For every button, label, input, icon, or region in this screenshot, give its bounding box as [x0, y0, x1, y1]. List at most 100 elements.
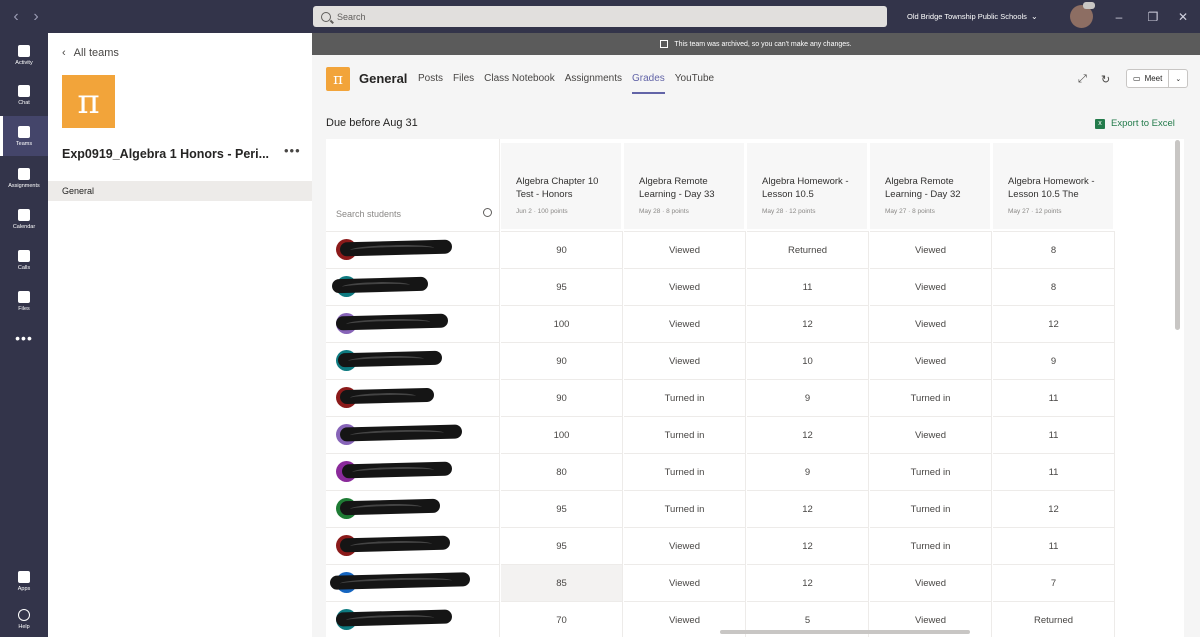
refresh-icon[interactable]: ↻ — [1101, 73, 1110, 86]
rail-item-teams[interactable]: Teams — [0, 116, 48, 156]
maximize-button[interactable]: ❐ — [1136, 0, 1170, 33]
grade-cell[interactable]: 85 — [501, 564, 623, 601]
grade-cell[interactable]: 11 — [993, 527, 1115, 564]
grade-cell[interactable]: 80 — [501, 453, 623, 490]
tab-grades[interactable]: Grades — [631, 73, 665, 94]
grade-cell[interactable]: 90 — [501, 379, 623, 416]
grade-cell[interactable]: Turned in — [624, 379, 746, 416]
grade-cell[interactable]: Viewed — [870, 268, 992, 305]
grade-cell[interactable]: Viewed — [624, 268, 746, 305]
grade-cell[interactable]: Viewed — [624, 305, 746, 342]
org-switcher[interactable]: Old Bridge Township Public Schools ⌄ — [907, 0, 1038, 33]
grade-cell[interactable]: 11 — [747, 268, 869, 305]
grade-cell[interactable]: 90 — [501, 342, 623, 379]
grade-cell[interactable]: Viewed — [624, 342, 746, 379]
grade-cell[interactable]: 12 — [993, 490, 1115, 527]
rail-item-help[interactable]: Help — [0, 599, 48, 637]
rail-item-files[interactable]: Files — [0, 281, 48, 321]
grade-cell[interactable]: Turned in — [870, 490, 992, 527]
grade-cell[interactable]: 8 — [993, 231, 1115, 268]
rail-item-apps[interactable]: Apps — [0, 561, 48, 601]
channel-item-general[interactable]: General — [48, 181, 312, 201]
student-row[interactable] — [326, 342, 500, 379]
more-apps-icon[interactable]: ••• — [0, 330, 48, 346]
tab-class-notebook[interactable]: Class Notebook — [484, 73, 555, 94]
grade-cell[interactable]: Viewed — [624, 527, 746, 564]
student-row[interactable] — [326, 268, 500, 305]
grade-cell[interactable]: Viewed — [624, 564, 746, 601]
meet-button[interactable]: ▭ Meet ⌄ — [1126, 69, 1188, 88]
grade-cell[interactable]: 100 — [501, 416, 623, 453]
grade-cell[interactable]: Viewed — [870, 305, 992, 342]
close-button[interactable]: ✕ — [1166, 0, 1200, 33]
rail-item-chat[interactable]: Chat — [0, 75, 48, 115]
grade-cell[interactable]: Viewed — [870, 342, 992, 379]
grade-cell[interactable]: 12 — [747, 490, 869, 527]
rail-item-activity[interactable]: Activity — [0, 35, 48, 75]
assignment-column-header[interactable]: Algebra Homework - Lesson 10.5 May 28 · 1… — [747, 143, 869, 229]
tab-assignments[interactable]: Assignments — [565, 73, 622, 94]
grade-cell[interactable]: 12 — [747, 527, 869, 564]
assignment-column-header[interactable]: Algebra Homework - Lesson 10.5 The May 27… — [993, 143, 1115, 229]
grade-cell[interactable]: 11 — [993, 416, 1115, 453]
grade-cell[interactable]: 12 — [747, 305, 869, 342]
grade-cell[interactable]: Viewed — [870, 416, 992, 453]
export-to-excel-button[interactable]: x Export to Excel — [1095, 118, 1175, 129]
horizontal-scrollbar[interactable] — [720, 630, 970, 634]
grade-cell[interactable]: 9 — [747, 453, 869, 490]
grade-cell[interactable]: 7 — [993, 564, 1115, 601]
grade-cell[interactable]: Returned — [747, 231, 869, 268]
grade-cell[interactable]: 95 — [501, 490, 623, 527]
student-row[interactable] — [326, 453, 500, 490]
grade-cell[interactable]: Turned in — [870, 527, 992, 564]
back-arrow-icon[interactable]: ‹ — [6, 8, 26, 26]
rail-item-assignments[interactable]: Assignments — [0, 158, 48, 198]
profile-avatar[interactable] — [1070, 2, 1095, 28]
grade-cell[interactable]: Turned in — [624, 490, 746, 527]
expand-icon[interactable]: ⤢ — [1078, 73, 1087, 86]
grade-cell[interactable]: 9 — [747, 379, 869, 416]
tab-youtube[interactable]: YouTube — [675, 73, 714, 94]
grade-cell[interactable]: 12 — [747, 416, 869, 453]
grade-cell[interactable]: Viewed — [624, 231, 746, 268]
grade-cell[interactable]: Turned in — [624, 453, 746, 490]
student-row[interactable] — [326, 527, 500, 564]
minimize-button[interactable]: – — [1102, 0, 1136, 33]
grade-cell[interactable]: Returned — [993, 601, 1115, 637]
student-row[interactable] — [326, 601, 500, 637]
more-options-icon[interactable]: ••• — [284, 143, 301, 158]
chevron-down-icon[interactable]: ⌄ — [1169, 75, 1181, 83]
student-row[interactable] — [326, 490, 500, 527]
assignment-column-header[interactable]: Algebra Remote Learning - Day 32 May 27 ·… — [870, 143, 992, 229]
search-input[interactable]: Search — [313, 6, 887, 27]
search-students-input[interactable]: Search students — [336, 208, 492, 219]
student-row[interactable] — [326, 305, 500, 342]
grade-cell[interactable]: 8 — [993, 268, 1115, 305]
vertical-scrollbar[interactable] — [1175, 140, 1180, 330]
grade-cell[interactable]: 12 — [747, 564, 869, 601]
tab-posts[interactable]: Posts — [418, 73, 443, 94]
grade-cell[interactable]: 95 — [501, 527, 623, 564]
grade-cell[interactable]: 100 — [501, 305, 623, 342]
rail-item-calendar[interactable]: Calendar — [0, 199, 48, 239]
grade-cell[interactable]: 11 — [993, 379, 1115, 416]
grade-cell[interactable]: 11 — [993, 453, 1115, 490]
student-row[interactable] — [326, 379, 500, 416]
rail-item-calls[interactable]: Calls — [0, 240, 48, 280]
all-teams-link[interactable]: ‹ All teams — [62, 47, 119, 59]
tab-files[interactable]: Files — [453, 73, 474, 94]
student-row[interactable] — [326, 564, 500, 601]
grade-cell[interactable]: Viewed — [870, 231, 992, 268]
student-row[interactable] — [326, 416, 500, 453]
grade-cell[interactable]: 12 — [993, 305, 1115, 342]
grade-cell[interactable]: 90 — [501, 231, 623, 268]
student-row[interactable] — [326, 231, 500, 268]
grade-cell[interactable]: 70 — [501, 601, 623, 637]
forward-arrow-icon[interactable]: › — [26, 8, 46, 26]
grade-cell[interactable]: Turned in — [624, 416, 746, 453]
grade-cell[interactable]: 95 — [501, 268, 623, 305]
grade-cell[interactable]: Turned in — [870, 379, 992, 416]
assignment-column-header[interactable]: Algebra Remote Learning - Day 33 May 28 ·… — [624, 143, 746, 229]
grade-cell[interactable]: 9 — [993, 342, 1115, 379]
grade-cell[interactable]: 10 — [747, 342, 869, 379]
